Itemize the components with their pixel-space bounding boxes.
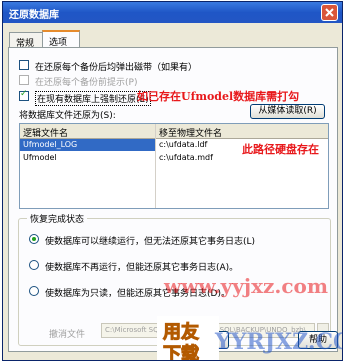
- column-separator: [155, 124, 156, 208]
- logical-name-cell[interactable]: Ufmodel_LOG: [20, 139, 155, 151]
- restore-database-dialog: 还原数据库 常规 选项 在还原每个备份后均弹出磁带（如果有） 在还原每个备份前提…: [2, 1, 343, 361]
- path-annotation: 此路径硬盘存在: [242, 143, 319, 156]
- logical-name-cell[interactable]: Ufmodel: [20, 152, 155, 164]
- recovery-option-readonly[interactable]: [29, 286, 39, 296]
- title-bar: 还原数据库: [3, 2, 342, 23]
- undo-file-label: 撤消文件: [49, 330, 86, 340]
- force-restore-checkbox[interactable]: [19, 89, 29, 101]
- recovery-option-operational-label: 使数据库可以继续运行，但无法还原其它事务日志(L): [45, 237, 256, 247]
- file-grid[interactable]: 逻辑文件名 移至物理文件名 Ufmodel_LOG c:\ufdata.ldf …: [19, 123, 329, 209]
- prompt-before-label: 在还原每个备份前提示(P): [35, 78, 138, 88]
- grid-header: 逻辑文件名 移至物理文件名: [20, 124, 328, 139]
- close-button[interactable]: [321, 4, 338, 21]
- column-physical-name[interactable]: 移至物理文件名: [159, 126, 222, 139]
- eject-tapes-label: 在还原每个备份后均弹出磁带（如果有）: [35, 63, 198, 73]
- recovery-option-norecovery-label: 使数据库不再运行，但能还原其它事务日志(A)。: [45, 263, 239, 273]
- force-restore-label: 在现有数据库上强制还原(E): [35, 91, 151, 106]
- tab-general[interactable]: 常规: [9, 32, 43, 49]
- logo-text-bottom: 下载: [163, 344, 200, 361]
- watermark-corner-text: YYRJXZ.COM: [215, 329, 342, 355]
- watermark-url: www.yyjxz.com: [164, 274, 329, 298]
- eject-tapes-checkbox[interactable]: [19, 60, 29, 70]
- close-icon: [325, 8, 334, 17]
- watermark-logo: 用友 下载: [157, 316, 219, 361]
- recovery-group-title: 恢复完成状态: [27, 212, 88, 225]
- window-title: 还原数据库: [9, 10, 59, 21]
- column-logical-name[interactable]: 逻辑文件名: [23, 126, 68, 139]
- read-from-media-button[interactable]: 从媒体读取(R): [250, 104, 325, 119]
- restore-files-label: 将数据库文件还原为(S):: [19, 111, 116, 121]
- options-panel: 在还原每个备份后均弹出磁带（如果有） 在还原每个备份前提示(P) 在现有数据库上…: [8, 47, 338, 352]
- recovery-option-operational[interactable]: [29, 234, 39, 244]
- force-restore-annotation: 如已存在Ufmodel数据库需打勾: [137, 90, 300, 103]
- prompt-before-checkbox[interactable]: [19, 75, 29, 85]
- tab-options[interactable]: 选项: [42, 30, 80, 48]
- recovery-option-norecovery[interactable]: [29, 260, 39, 270]
